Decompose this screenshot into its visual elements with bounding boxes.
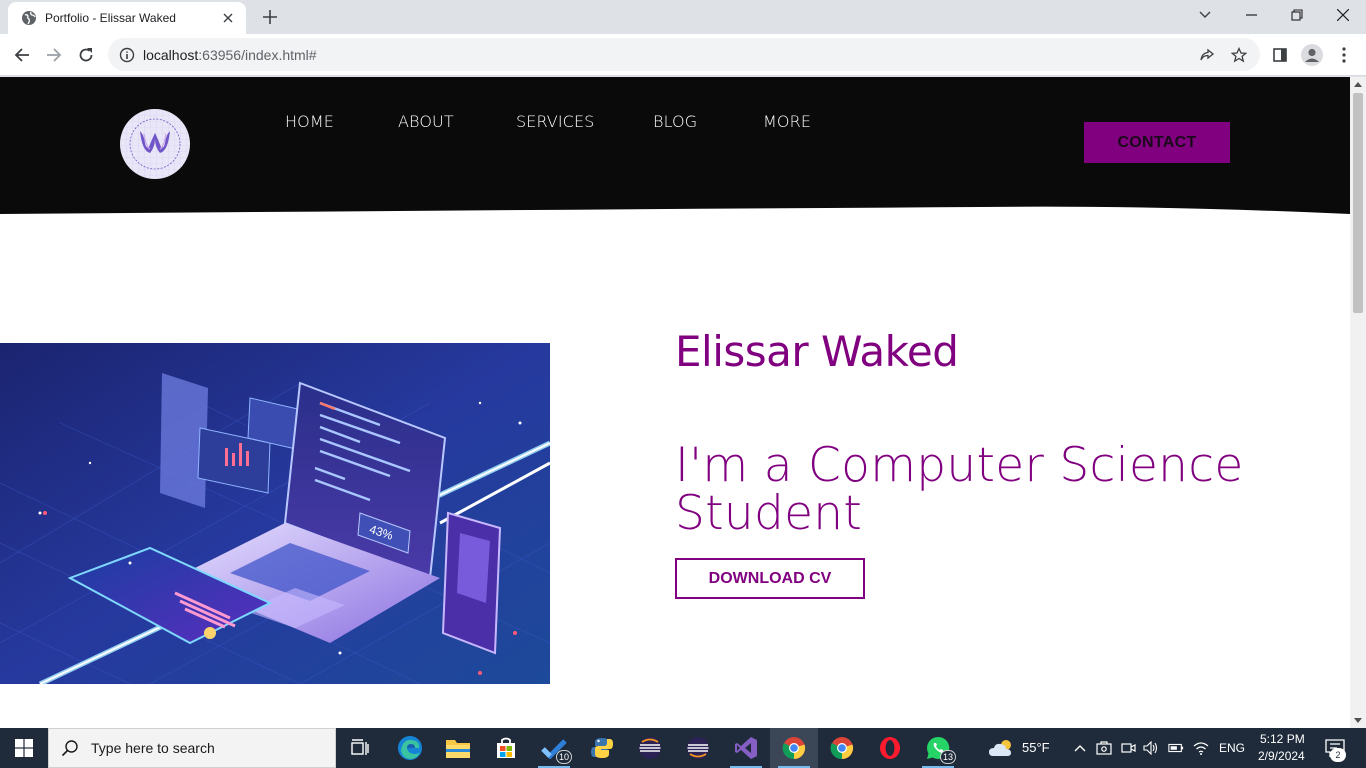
page-viewport: HOME ABOUT SERVICES BLOG MORE CONTACT 43… [0, 77, 1350, 728]
tab-title: Portfolio - Elissar Waked [45, 11, 176, 25]
visual-studio-icon [735, 737, 757, 759]
taskbar-opera[interactable] [866, 728, 914, 768]
todo-badge: 10 [555, 750, 572, 764]
taskbar-visual-studio[interactable] [722, 728, 770, 768]
store-icon [497, 737, 515, 758]
notification-badge: 2 [1330, 748, 1346, 762]
edge-icon [398, 736, 422, 760]
battery-icon[interactable] [1168, 740, 1184, 756]
nav-about[interactable]: ABOUT [398, 112, 454, 131]
address-bar[interactable]: localhost:63956/index.html# [108, 38, 1260, 71]
eclipse-icon [687, 737, 709, 759]
forward-button[interactable] [40, 41, 68, 69]
browser-tab-strip: Portfolio - Elissar Waked [0, 0, 1366, 34]
tagline-line-2: Student [675, 486, 863, 541]
windows-logo-icon [15, 739, 33, 757]
site-info-icon[interactable] [119, 47, 135, 63]
opera-icon [880, 737, 900, 759]
chrome-icon [782, 737, 806, 760]
new-tab-button[interactable] [258, 6, 282, 28]
nav-home[interactable]: HOME [285, 112, 334, 131]
clock-time[interactable]: 5:12 PM [1260, 732, 1305, 746]
back-button[interactable] [8, 41, 36, 69]
reload-button[interactable] [72, 41, 100, 69]
nav-services[interactable]: SERVICES [516, 112, 594, 131]
show-hidden-icons-chevron[interactable] [1072, 740, 1088, 756]
chrome-icon [830, 737, 854, 760]
weather-cloud-icon[interactable] [988, 737, 1016, 759]
python-icon [591, 738, 613, 758]
search-placeholder: Type here to search [91, 740, 215, 756]
scroll-up-icon [1354, 82, 1362, 87]
scrollbar-thumb[interactable] [1353, 93, 1363, 313]
nav-more[interactable]: MORE [763, 112, 811, 131]
browser-toolbar: localhost:63956/index.html# [0, 34, 1366, 76]
task-view-button[interactable] [336, 728, 384, 768]
input-language[interactable]: ENG [1219, 741, 1245, 755]
taskbar-chrome-active[interactable] [770, 728, 818, 768]
hero-tagline: I'm a Computer Science Student [675, 442, 1275, 538]
side-panel-icon[interactable] [1266, 41, 1294, 69]
site-header: HOME ABOUT SERVICES BLOG MORE CONTACT [0, 77, 1350, 217]
tagline-line-1: I'm a Computer Science [675, 438, 1244, 493]
page-scrollbar[interactable] [1350, 77, 1366, 728]
search-icon [61, 740, 78, 757]
bookmark-star-icon[interactable] [1230, 46, 1248, 64]
download-cv-button[interactable]: DOWNLOAD CV [675, 558, 865, 599]
globe-icon [21, 10, 37, 26]
hero-laptop-illustration: 43% [0, 343, 550, 684]
eclipse-icon [639, 737, 661, 759]
share-icon[interactable] [1198, 46, 1216, 64]
weather-temperature[interactable]: 55°F [1022, 740, 1050, 755]
task-view-icon [351, 739, 369, 755]
taskbar-edge[interactable] [386, 728, 434, 768]
profile-avatar-icon[interactable] [1298, 41, 1326, 69]
nav-blog[interactable]: BLOG [653, 112, 697, 131]
taskbar-search-box[interactable]: Type here to search [48, 728, 336, 768]
meet-now-icon[interactable] [1096, 740, 1112, 756]
camera-icon[interactable] [1120, 740, 1136, 756]
taskbar-file-explorer[interactable] [434, 728, 482, 768]
close-tab-icon[interactable] [220, 10, 236, 26]
url-text: localhost:63956/index.html# [143, 46, 317, 63]
whatsapp-badge: 13 [939, 750, 956, 764]
contact-button[interactable]: CONTACT [1084, 122, 1230, 163]
clock-date[interactable]: 2/9/2024 [1258, 749, 1305, 763]
browser-menu-icon[interactable] [1330, 41, 1358, 69]
minimize-button[interactable] [1228, 0, 1274, 30]
restore-button[interactable] [1274, 0, 1320, 30]
taskbar-chrome-2[interactable] [818, 728, 866, 768]
browser-tab[interactable]: Portfolio - Elissar Waked [8, 2, 246, 34]
taskbar-python[interactable] [578, 728, 626, 768]
taskbar-whatsapp[interactable]: 13 [914, 728, 962, 768]
close-window-button[interactable] [1320, 0, 1366, 30]
volume-icon[interactable] [1143, 740, 1159, 756]
wifi-icon[interactable] [1193, 740, 1209, 756]
windows-start-button[interactable] [0, 728, 48, 768]
taskbar-todo[interactable]: 10 [530, 728, 578, 768]
site-logo[interactable] [120, 109, 190, 179]
tab-search-chevron-icon[interactable] [1182, 0, 1228, 30]
windows-taskbar: Type here to search 10 13 55°F ENG 5:12 … [0, 728, 1366, 768]
taskbar-eclipse-2[interactable] [674, 728, 722, 768]
scroll-down-icon [1354, 718, 1362, 723]
taskbar-store[interactable] [482, 728, 530, 768]
taskbar-eclipse-1[interactable] [626, 728, 674, 768]
folder-icon [446, 740, 470, 758]
hero-name: Elissar Waked [675, 327, 959, 376]
